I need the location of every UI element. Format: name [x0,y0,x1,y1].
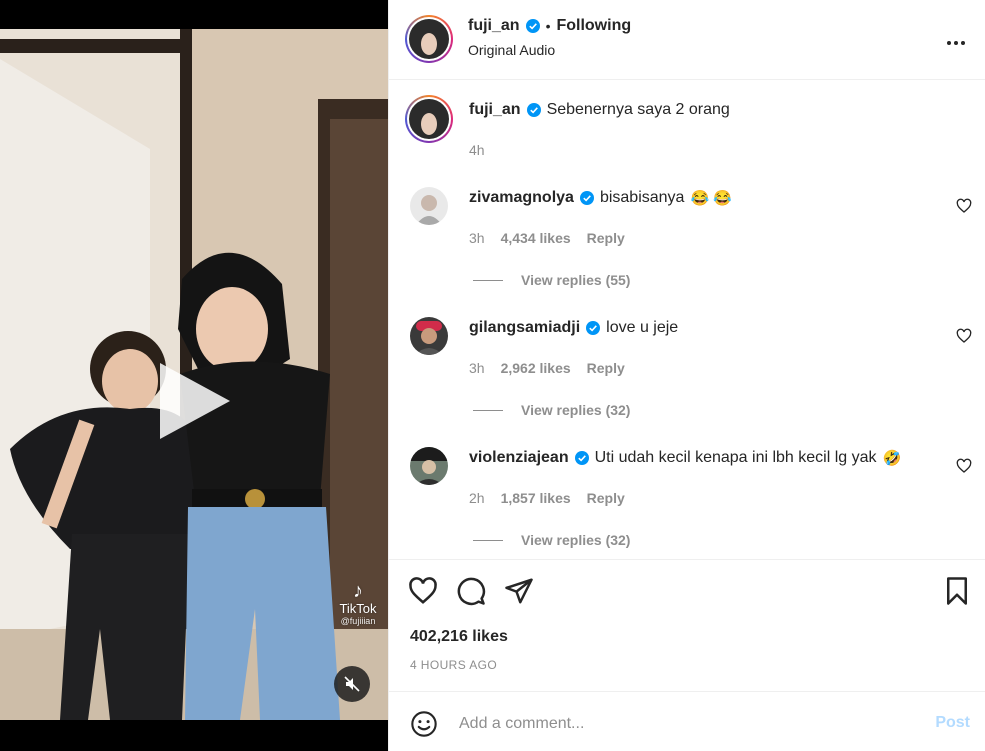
tiktok-logo-icon: ♪ [353,580,363,602]
caption-body: fuji_an Sebenernya saya 2 orang [469,101,730,119]
comment-emoji: 😂 😂 [690,190,732,207]
reply-button[interactable]: Reply [587,360,625,376]
comment-body: zivamagnolya bisabisanya 😂 😂 [469,189,732,207]
comment-time[interactable]: 3h [469,230,485,246]
audio-link[interactable]: Original Audio [468,42,555,58]
comment-composer: Post [389,691,985,751]
reply-button[interactable]: Reply [587,230,625,246]
post-caption: fuji_an Sebenernya saya 2 orang 4h [389,81,985,171]
comment-item: gilangsamiadji love u jeje 3h 2,962 like… [389,315,985,435]
comment-meta: 3h 4,434 likes Reply [469,230,625,246]
comment-likes[interactable]: 4,434 likes [501,230,571,246]
video-player[interactable]: ♪ TikTok @fujiiian [0,29,388,720]
comment-meta: 3h 2,962 likes Reply [469,360,625,376]
replies-divider [473,539,503,541]
mute-icon [344,676,360,692]
view-replies-label: View replies (55) [521,272,631,288]
comment-item: zivamagnolya bisabisanya 😂 😂 3h 4,434 li… [389,185,985,305]
comment-meta: 2h 1,857 likes Reply [469,490,625,506]
comment-username[interactable]: gilangsamiadji [469,319,580,337]
emoji-icon[interactable] [410,710,438,738]
comment-emoji: 🤣 [882,450,902,467]
comment-text: love u jeje [606,319,679,336]
comment-avatar[interactable] [410,187,448,225]
caption-username[interactable]: fuji_an [469,101,521,119]
comment-time[interactable]: 2h [469,490,485,506]
view-replies-button[interactable]: View replies (55) [473,272,630,288]
author-username[interactable]: fuji_an [468,17,520,35]
verified-icon [525,19,540,33]
comment-icon[interactable] [456,576,486,606]
author-line: fuji_an • Following [468,17,631,35]
view-replies-button[interactable]: View replies (32) [473,532,630,548]
mute-button[interactable] [334,666,370,702]
following-button[interactable]: Following [556,17,631,35]
comment-likes[interactable]: 2,962 likes [501,360,571,376]
more-icon[interactable] [946,26,966,52]
comment-time[interactable]: 3h [469,360,485,376]
comment-username[interactable]: violenziajean [469,449,569,467]
comment-input[interactable] [457,711,911,737]
post-header: fuji_an • Following Original Audio [389,0,985,80]
view-replies-label: View replies (32) [521,402,631,418]
share-icon[interactable] [504,576,534,606]
play-icon[interactable] [160,363,230,439]
heart-icon[interactable] [408,576,438,606]
comment-text: Uti udah kecil kenapa ini lbh kecil lg y… [594,449,877,466]
replies-divider [473,409,503,411]
verified-icon [579,191,594,205]
post-media: ♪ TikTok @fujiiian [0,0,388,751]
comment-likes[interactable]: 1,857 likes [501,490,571,506]
post-timestamp[interactable]: 4 HOURS AGO [410,658,497,672]
author-avatar[interactable] [405,15,453,63]
comment-body: violenziajean Uti udah kecil kenapa ini … [469,449,901,467]
tiktok-watermark: ♪ TikTok @fujiiian [334,581,382,626]
verified-icon [586,321,601,335]
verified-icon [526,103,541,117]
comment-body: gilangsamiadji love u jeje [469,319,678,337]
caption-avatar[interactable] [405,95,453,143]
separator-dot: • [545,18,551,34]
post-actions: 402,216 likes 4 HOURS AGO [389,559,985,691]
likes-count[interactable]: 402,216 likes [410,628,508,646]
comment-username[interactable]: zivamagnolya [469,189,574,207]
comment-avatar[interactable] [410,447,448,485]
replies-divider [473,279,503,281]
post-panel: fuji_an • Following Original Audio fuji_… [388,0,985,751]
comments-list[interactable]: fuji_an Sebenernya saya 2 orang 4h zivam… [389,81,985,559]
view-replies-label: View replies (32) [521,532,631,548]
post-button[interactable]: Post [935,714,970,732]
comment-item: violenziajean Uti udah kecil kenapa ini … [389,445,985,559]
tiktok-label: TikTok [339,601,377,616]
caption-time[interactable]: 4h [469,142,485,158]
heart-icon[interactable] [956,198,972,214]
caption-meta: 4h [469,142,485,158]
heart-icon[interactable] [956,328,972,344]
reply-button[interactable]: Reply [587,490,625,506]
caption-text: Sebenernya saya 2 orang [546,101,730,118]
heart-icon[interactable] [956,458,972,474]
view-replies-button[interactable]: View replies (32) [473,402,630,418]
verified-icon [574,451,589,465]
bookmark-icon[interactable] [942,576,972,606]
tiktok-handle: @fujiiian [340,616,376,626]
comment-avatar[interactable] [410,317,448,355]
comment-text: bisabisanya [599,189,685,206]
